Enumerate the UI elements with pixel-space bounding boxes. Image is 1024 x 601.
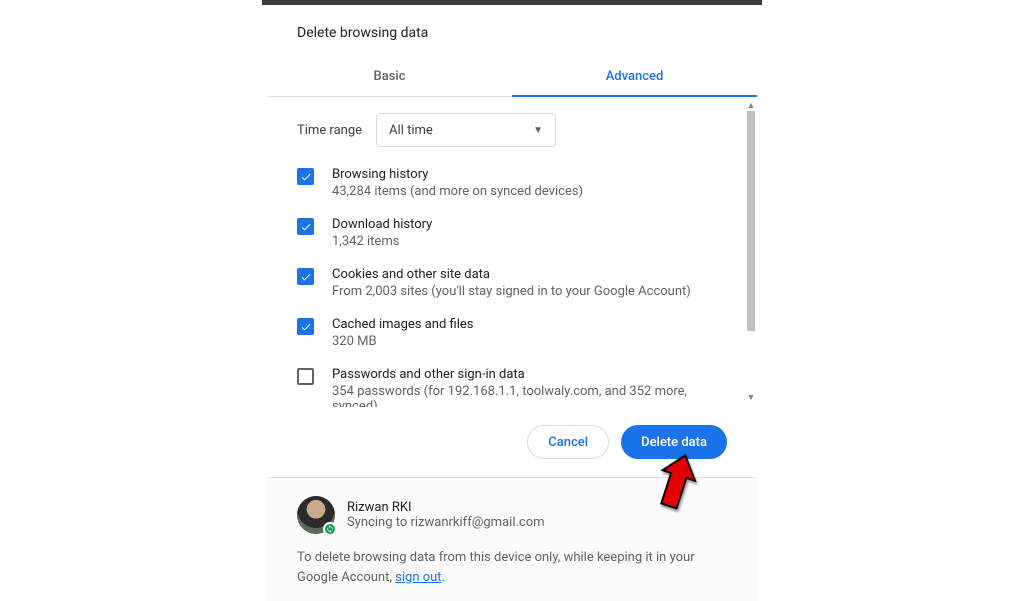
scrollbar-thumb[interactable] bbox=[747, 111, 755, 331]
sync-note: To delete browsing data from this device… bbox=[297, 548, 727, 587]
cancel-button[interactable]: Cancel bbox=[527, 425, 609, 459]
sync-user-name: Rizwan RKI bbox=[347, 500, 545, 515]
sync-section: Rizwan RKI Syncing to rizwanrkiff@gmail.… bbox=[267, 477, 757, 601]
item-info: Browsing history 43,284 items (and more o… bbox=[332, 167, 583, 199]
time-range-row: Time range All time ▼ bbox=[297, 113, 727, 147]
item-name: Cookies and other site data bbox=[332, 267, 691, 282]
list-item: Browsing history 43,284 items (and more o… bbox=[297, 167, 727, 199]
sync-row: Rizwan RKI Syncing to rizwanrkiff@gmail.… bbox=[297, 496, 727, 534]
checkbox[interactable] bbox=[297, 168, 314, 185]
item-sub: 354 passwords (for 192.168.1.1, toolwaly… bbox=[332, 384, 727, 407]
dialog-footer: Cancel Delete data bbox=[267, 407, 757, 477]
item-name: Passwords and other sign-in data bbox=[332, 367, 727, 382]
sync-status: Syncing to rizwanrkiff@gmail.com bbox=[347, 515, 545, 530]
list-item: Cookies and other site data From 2,003 si… bbox=[297, 267, 727, 299]
scrollbar-down-icon[interactable]: ▼ bbox=[747, 393, 755, 401]
item-name: Cached images and files bbox=[332, 317, 473, 332]
dialog-body: Time range All time ▼ Browsing history 43… bbox=[267, 97, 757, 407]
item-name: Download history bbox=[332, 217, 432, 232]
checkbox[interactable] bbox=[297, 368, 314, 385]
items-list: Browsing history 43,284 items (and more o… bbox=[297, 167, 727, 407]
note-suffix: . bbox=[442, 570, 445, 585]
tabs: Basic Advanced bbox=[267, 57, 757, 97]
item-name: Browsing history bbox=[332, 167, 583, 182]
tab-advanced[interactable]: Advanced bbox=[512, 57, 757, 96]
delete-browsing-data-dialog: Delete browsing data Basic Advanced Time… bbox=[267, 5, 757, 601]
list-item: Passwords and other sign-in data 354 pass… bbox=[297, 367, 727, 407]
avatar bbox=[297, 496, 335, 534]
scrollbar-track[interactable] bbox=[747, 111, 755, 391]
sync-badge-icon bbox=[323, 522, 337, 536]
tab-basic[interactable]: Basic bbox=[267, 57, 512, 96]
scrollbar[interactable]: ▲ ▼ bbox=[747, 101, 755, 401]
chevron-down-icon: ▼ bbox=[533, 125, 543, 136]
sign-out-link[interactable]: sign out bbox=[395, 570, 441, 585]
checkbox[interactable] bbox=[297, 318, 314, 335]
scrollbar-up-icon[interactable]: ▲ bbox=[747, 101, 755, 109]
list-item: Download history 1,342 items bbox=[297, 217, 727, 249]
time-range-value: All time bbox=[389, 123, 433, 138]
item-sub: 1,342 items bbox=[332, 234, 432, 249]
list-item: Cached images and files 320 MB bbox=[297, 317, 727, 349]
time-range-label: Time range bbox=[297, 123, 362, 138]
time-range-select[interactable]: All time ▼ bbox=[376, 113, 556, 147]
item-info: Passwords and other sign-in data 354 pass… bbox=[332, 367, 727, 407]
checkbox[interactable] bbox=[297, 218, 314, 235]
item-info: Cookies and other site data From 2,003 si… bbox=[332, 267, 691, 299]
item-info: Download history 1,342 items bbox=[332, 217, 432, 249]
delete-data-button[interactable]: Delete data bbox=[621, 425, 727, 459]
item-sub: From 2,003 sites (you'll stay signed in … bbox=[332, 284, 691, 299]
checkbox[interactable] bbox=[297, 268, 314, 285]
item-info: Cached images and files 320 MB bbox=[332, 317, 473, 349]
note-prefix: To delete browsing data from this device… bbox=[297, 550, 695, 585]
item-sub: 320 MB bbox=[332, 334, 473, 349]
item-sub: 43,284 items (and more on synced devices… bbox=[332, 184, 583, 199]
dialog-title: Delete browsing data bbox=[267, 5, 757, 57]
sync-info: Rizwan RKI Syncing to rizwanrkiff@gmail.… bbox=[347, 500, 545, 530]
